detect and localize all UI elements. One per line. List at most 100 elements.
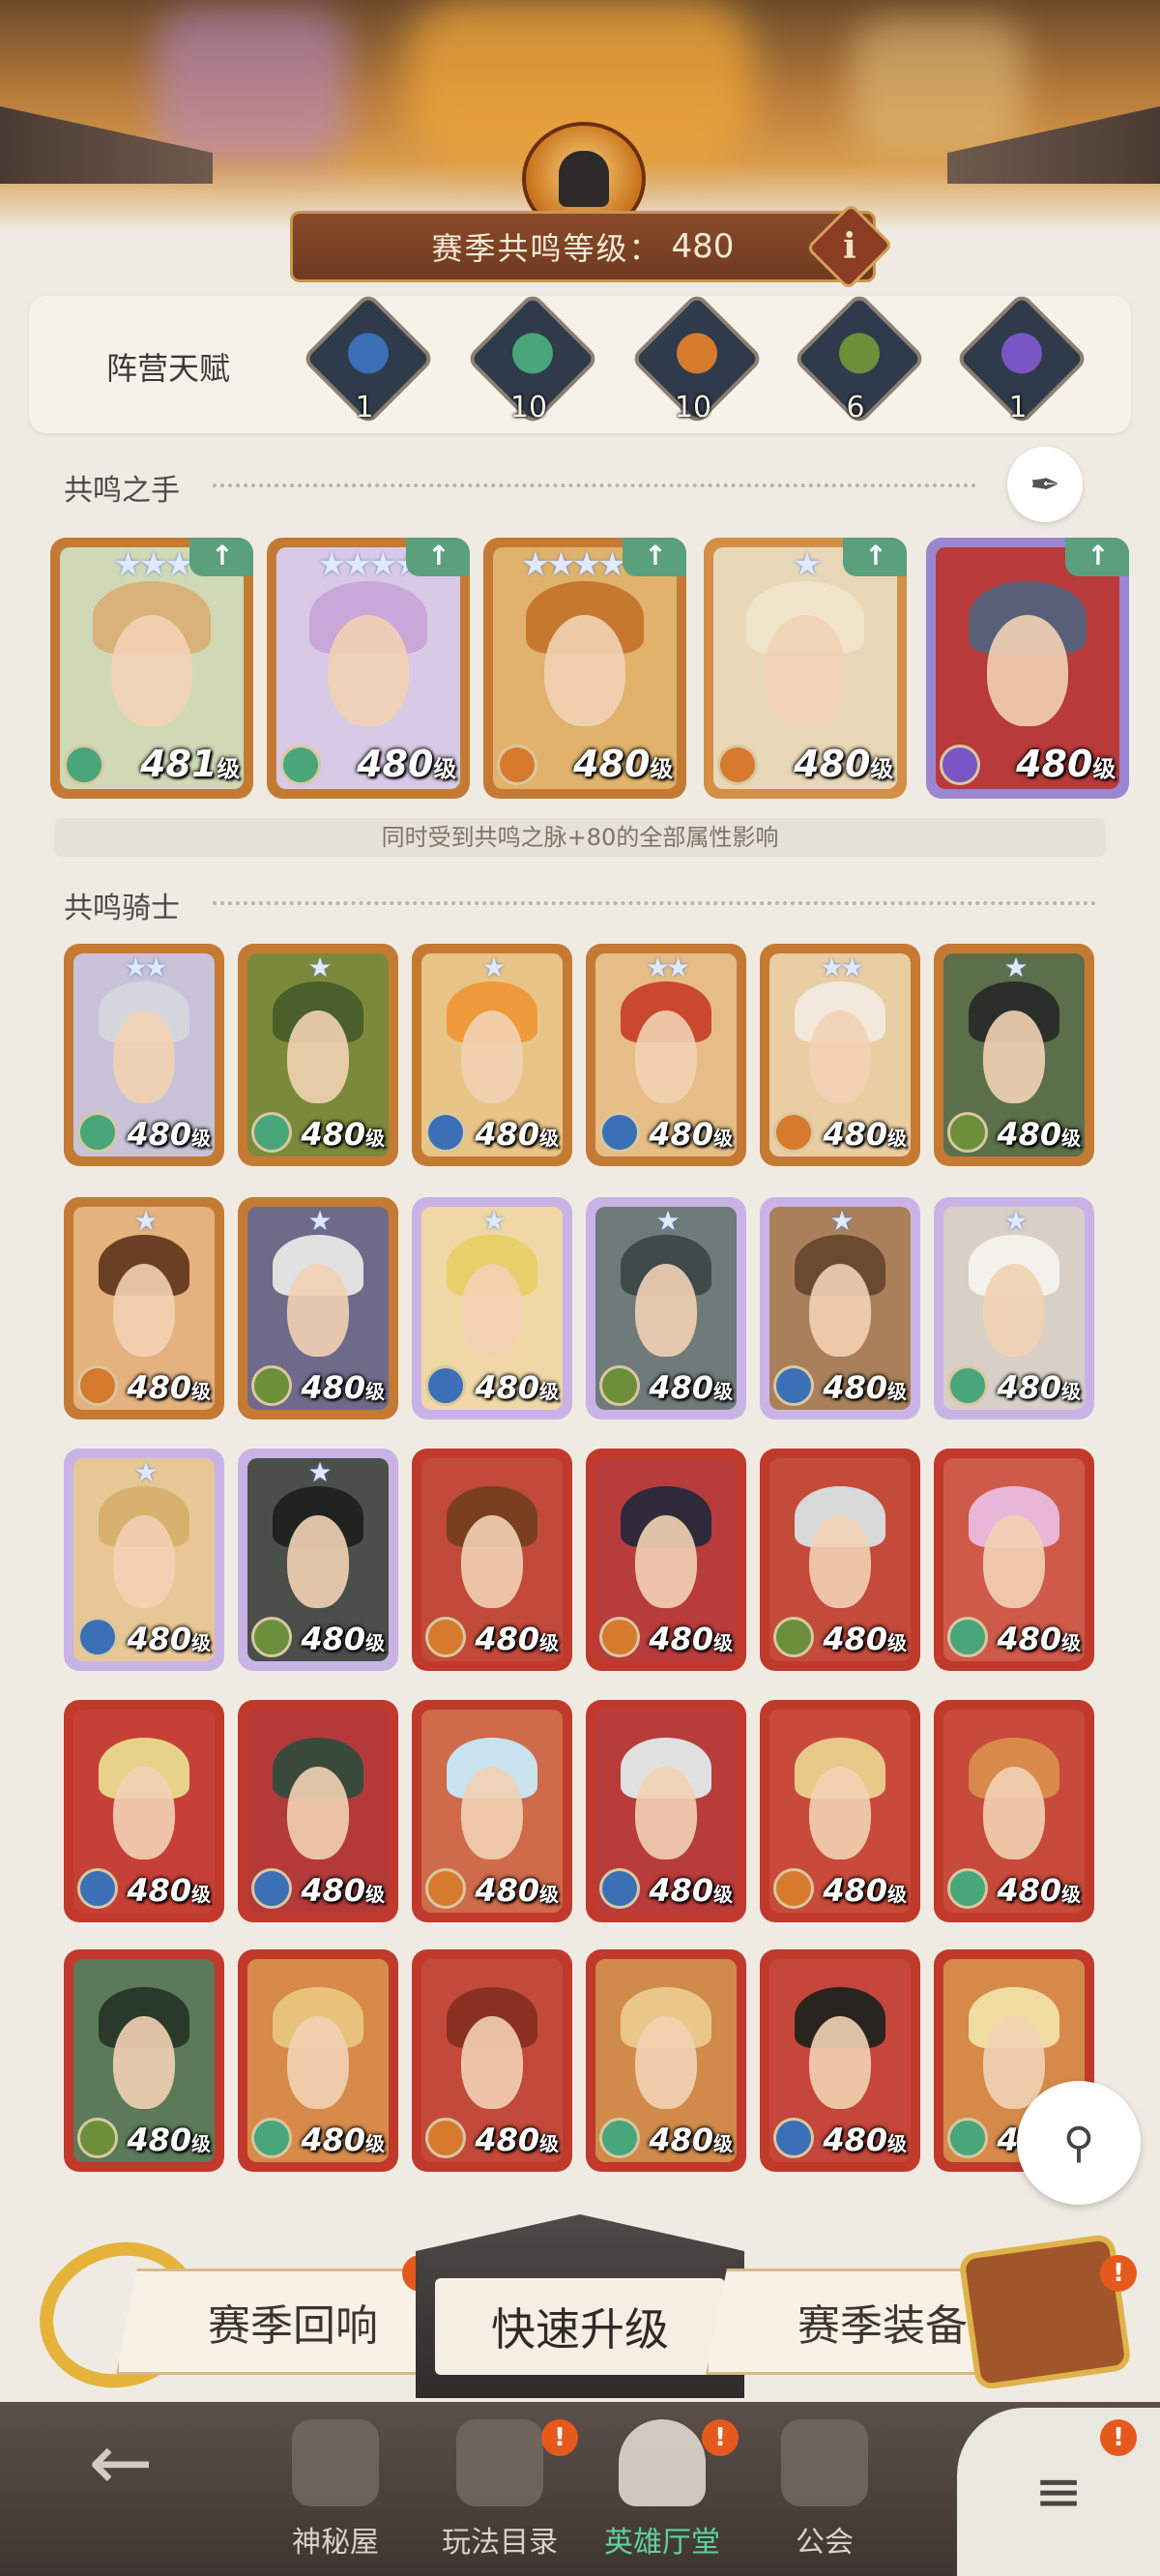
hero-card[interactable]: 480级 (760, 1949, 920, 2172)
hero-level: 480级 (649, 1621, 733, 1657)
faction-icon (947, 1365, 988, 1406)
hero-card[interactable]: 480级 (760, 1449, 920, 1671)
hero-level-unit: 级 (191, 2133, 211, 2155)
hero-level-number: 480 (997, 1369, 1062, 1406)
hero-level: 480级 (997, 1621, 1081, 1657)
hero-card[interactable]: 480级 (586, 1449, 746, 1671)
hero-card[interactable]: ★★★★★ 480级 ↑ (483, 538, 686, 799)
hero-card[interactable]: ★ 480级 (934, 944, 1094, 1166)
hero-card[interactable]: 480级 (238, 1949, 398, 2172)
hero-level-unit: 级 (191, 1381, 211, 1403)
hero-card[interactable]: 480级 (412, 1949, 572, 2172)
hero-card[interactable]: 480级 (238, 1700, 398, 1922)
hero-card[interactable]: 480级 (64, 1949, 224, 2172)
hero-level: 480级 (823, 1621, 907, 1657)
hero-level-number: 480 (649, 1872, 714, 1909)
menu-button[interactable]: ≡ ! (957, 2408, 1160, 2576)
hero-level-unit: 级 (887, 1884, 907, 1906)
hero-level: 480级 (997, 1872, 1081, 1909)
hero-level: 480级 (127, 1621, 211, 1657)
hero-level-number: 480 (649, 1116, 714, 1153)
hero-card[interactable]: ★ 480级 (934, 1197, 1094, 1420)
hero-card[interactable]: 480级 (412, 1700, 572, 1922)
quill-edit-button[interactable]: ✒ (1007, 447, 1083, 522)
hero-level: 480级 (127, 1369, 211, 1406)
nav-hero-hall[interactable]: 英雄厅堂 ! (580, 2419, 744, 2574)
diamond-grid-icon (456, 2419, 543, 2506)
faction-icon (64, 745, 104, 785)
hero-card[interactable]: 480级 (586, 1949, 746, 2172)
hero-card[interactable]: ★★ 480级 (64, 944, 224, 1166)
faction-count: 1 (1008, 391, 1028, 424)
faction-icon (425, 1868, 466, 1909)
hero-card[interactable]: ★ 480级 (586, 1197, 746, 1420)
hero-level-number: 480 (794, 743, 871, 785)
hero-card[interactable]: 480级 (934, 1700, 1094, 1922)
nav-label: 神秘屋 (292, 2526, 379, 2560)
hero-card[interactable]: ★★ 480级 (586, 944, 746, 1166)
upgrade-arrow-icon[interactable]: ↑ (843, 538, 907, 576)
hero-card[interactable]: 480级 (934, 1449, 1094, 1671)
hero-card[interactable]: 480级 (760, 1700, 920, 1922)
nav-label: 英雄厅堂 (604, 2526, 720, 2560)
faction-icon (77, 1365, 118, 1406)
faction-celestial[interactable]: 1 (954, 291, 1089, 427)
upgrade-arrow-icon[interactable]: ↑ (1065, 538, 1129, 576)
hero-level-number: 480 (649, 1369, 714, 1406)
hero-card[interactable]: ★★ 480级 (760, 944, 920, 1166)
hero-card[interactable]: 480级 (586, 1700, 746, 1922)
quick-upgrade-button[interactable]: 快速升级 (416, 2214, 744, 2398)
hero-card[interactable]: 480级 (64, 1700, 224, 1922)
nav-mystery-house[interactable]: 神秘屋 (253, 2419, 418, 2574)
upgrade-arrow-icon[interactable]: ↑ (189, 538, 253, 576)
hero-card[interactable]: ★ 480级 (64, 1449, 224, 1671)
hero-level: 480级 (301, 1116, 385, 1153)
hero-card[interactable]: ★★★ 481级 ↑ (50, 538, 253, 799)
hero-card[interactable]: ★ 480级 (412, 944, 572, 1166)
hero-level: 480级 (475, 1369, 559, 1406)
hero-card[interactable]: ★ 480级 (238, 1197, 398, 1420)
faction-icon (599, 1617, 640, 1657)
hero-card[interactable]: ★ 480级 (412, 1197, 572, 1420)
action-bar: 赛季回响 ! 快速升级 赛季装备 ! (0, 2205, 1160, 2411)
nav-gameplay-catalog[interactable]: 玩法目录 ! (418, 2419, 582, 2574)
hero-card[interactable]: ★ 480级 (64, 1197, 224, 1420)
faction-lightbearer[interactable]: 1 (301, 291, 436, 427)
hero-card[interactable]: ★★★★ 480级 ↑ (267, 538, 470, 799)
faction-graveborn[interactable]: 10 (629, 291, 765, 427)
faction-icon (425, 2118, 466, 2158)
hero-stars: ★ (307, 951, 332, 983)
helmet-icon (619, 2419, 706, 2506)
alert-badge: ! (1100, 2255, 1137, 2292)
hero-stars: ★★ (819, 951, 864, 983)
back-button[interactable]: ← (39, 2419, 203, 2574)
faction-icon (77, 2118, 118, 2158)
faction-count: 10 (674, 391, 712, 424)
hero-card[interactable]: ★ 480级 ↑ (704, 538, 907, 799)
faction-mauler[interactable]: 6 (792, 291, 927, 427)
hero-level: 480级 (823, 1369, 907, 1406)
hero-card[interactable]: ★ 480级 (238, 1449, 398, 1671)
hero-stars: ★★ (123, 951, 168, 983)
hero-level-unit: 级 (539, 2133, 559, 2155)
hero-card[interactable]: ★ 480级 (760, 1197, 920, 1420)
hero-stars: ★ (655, 1205, 680, 1237)
hero-level-number: 480 (127, 2122, 192, 2158)
nav-guild[interactable]: 公会 (742, 2419, 907, 2574)
hero-stars: ★ (1003, 1205, 1028, 1237)
hero-level: 480级 (823, 1872, 907, 1909)
hero-card[interactable]: 480级 ↑ (926, 538, 1129, 799)
season-resonance-banner: 赛季共鸣等级： 480 (290, 211, 876, 282)
hero-level-unit: 级 (713, 1884, 733, 1906)
filter-button[interactable]: ⚲ (1017, 2081, 1141, 2205)
hero-card[interactable]: 480级 (412, 1449, 572, 1671)
hero-level-unit: 级 (1061, 1884, 1081, 1906)
faction-count: 1 (355, 391, 374, 424)
faction-wilder[interactable]: 10 (465, 291, 600, 427)
hero-card[interactable]: ★ 480级 (238, 944, 398, 1166)
faction-icon (77, 1112, 118, 1153)
upgrade-arrow-icon[interactable]: ↑ (623, 538, 686, 576)
upgrade-arrow-icon[interactable]: ↑ (406, 538, 470, 576)
hero-level-unit: 级 (1061, 1127, 1081, 1150)
faction-icon (77, 1868, 118, 1909)
